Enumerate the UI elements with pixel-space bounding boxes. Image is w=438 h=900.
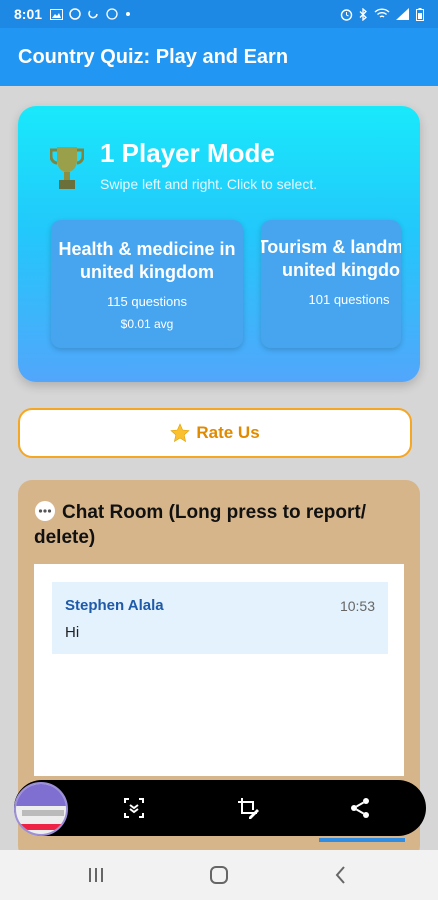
- hotspot-icon: [88, 10, 98, 19]
- battery-icon: [416, 7, 424, 21]
- dot-icon: [126, 12, 131, 16]
- data-saver-icon: [106, 8, 118, 20]
- signal-icon: [396, 8, 409, 20]
- status-bar: 8:01: [0, 0, 438, 28]
- rate-us-label: Rate Us: [196, 423, 260, 442]
- message-author: Stephen Alala: [65, 597, 164, 614]
- status-left-icons: [50, 8, 131, 20]
- chat-room-title: Chat Room (Long press to report/ delete): [34, 500, 404, 550]
- bluetooth-icon: [359, 7, 367, 21]
- player-mode-subtitle: Swipe left and right. Click to select.: [100, 176, 318, 192]
- navigation-bar: [0, 850, 438, 900]
- chat-room-title-text: Chat Room (Long press to report/ delete): [34, 502, 366, 548]
- quiz-price: $0.01 avg: [120, 317, 174, 331]
- scroll-capture-icon[interactable]: [122, 796, 146, 820]
- recent-apps-icon[interactable]: [85, 864, 107, 886]
- player-mode-card: 1 Player Mode Swipe left and right. Clic…: [18, 106, 420, 382]
- rate-us-button[interactable]: Rate Us: [18, 408, 412, 458]
- chat-bubble-icon: [35, 501, 55, 521]
- star-icon: [170, 423, 191, 443]
- alarm-icon: [340, 8, 353, 21]
- app-title: Country Quiz: Play and Earn: [18, 45, 289, 68]
- quiz-question-count: 115 questions: [107, 294, 187, 309]
- screenshot-thumbnail[interactable]: [14, 782, 68, 836]
- image-icon: [50, 8, 64, 20]
- message-time: 10:53: [339, 598, 375, 614]
- blocked-icon: [69, 8, 81, 20]
- scroll-indicator: [319, 838, 405, 842]
- quiz-title: Tourism & landmarks united kingdom: [261, 237, 401, 280]
- status-time: 8:01: [14, 6, 43, 22]
- back-icon[interactable]: [330, 864, 352, 886]
- chat-message[interactable]: Stephen Alala 10:53 Hi: [52, 582, 388, 654]
- home-icon[interactable]: [208, 864, 230, 886]
- share-icon[interactable]: [348, 796, 372, 820]
- quiz-card[interactable]: Health & medicine in united kingdom 115 …: [51, 220, 243, 348]
- app-bar: Country Quiz: Play and Earn: [0, 28, 438, 86]
- quiz-question-count: 101 questions: [308, 292, 390, 307]
- quiz-card[interactable]: Tourism & landmarks united kingdom 101 q…: [261, 220, 401, 348]
- quiz-title: Health & medicine in united kingdom: [58, 239, 236, 282]
- chat-message-list[interactable]: Stephen Alala 10:53 Hi: [34, 564, 404, 776]
- screenshot-toolbar: [14, 780, 426, 836]
- player-mode-title: 1 Player Mode: [100, 138, 275, 168]
- wifi-icon: [374, 8, 390, 18]
- crop-edit-icon[interactable]: [236, 796, 260, 820]
- message-text: Hi: [65, 624, 80, 641]
- status-right-icons: [340, 7, 424, 21]
- trophy-icon: [50, 147, 84, 189]
